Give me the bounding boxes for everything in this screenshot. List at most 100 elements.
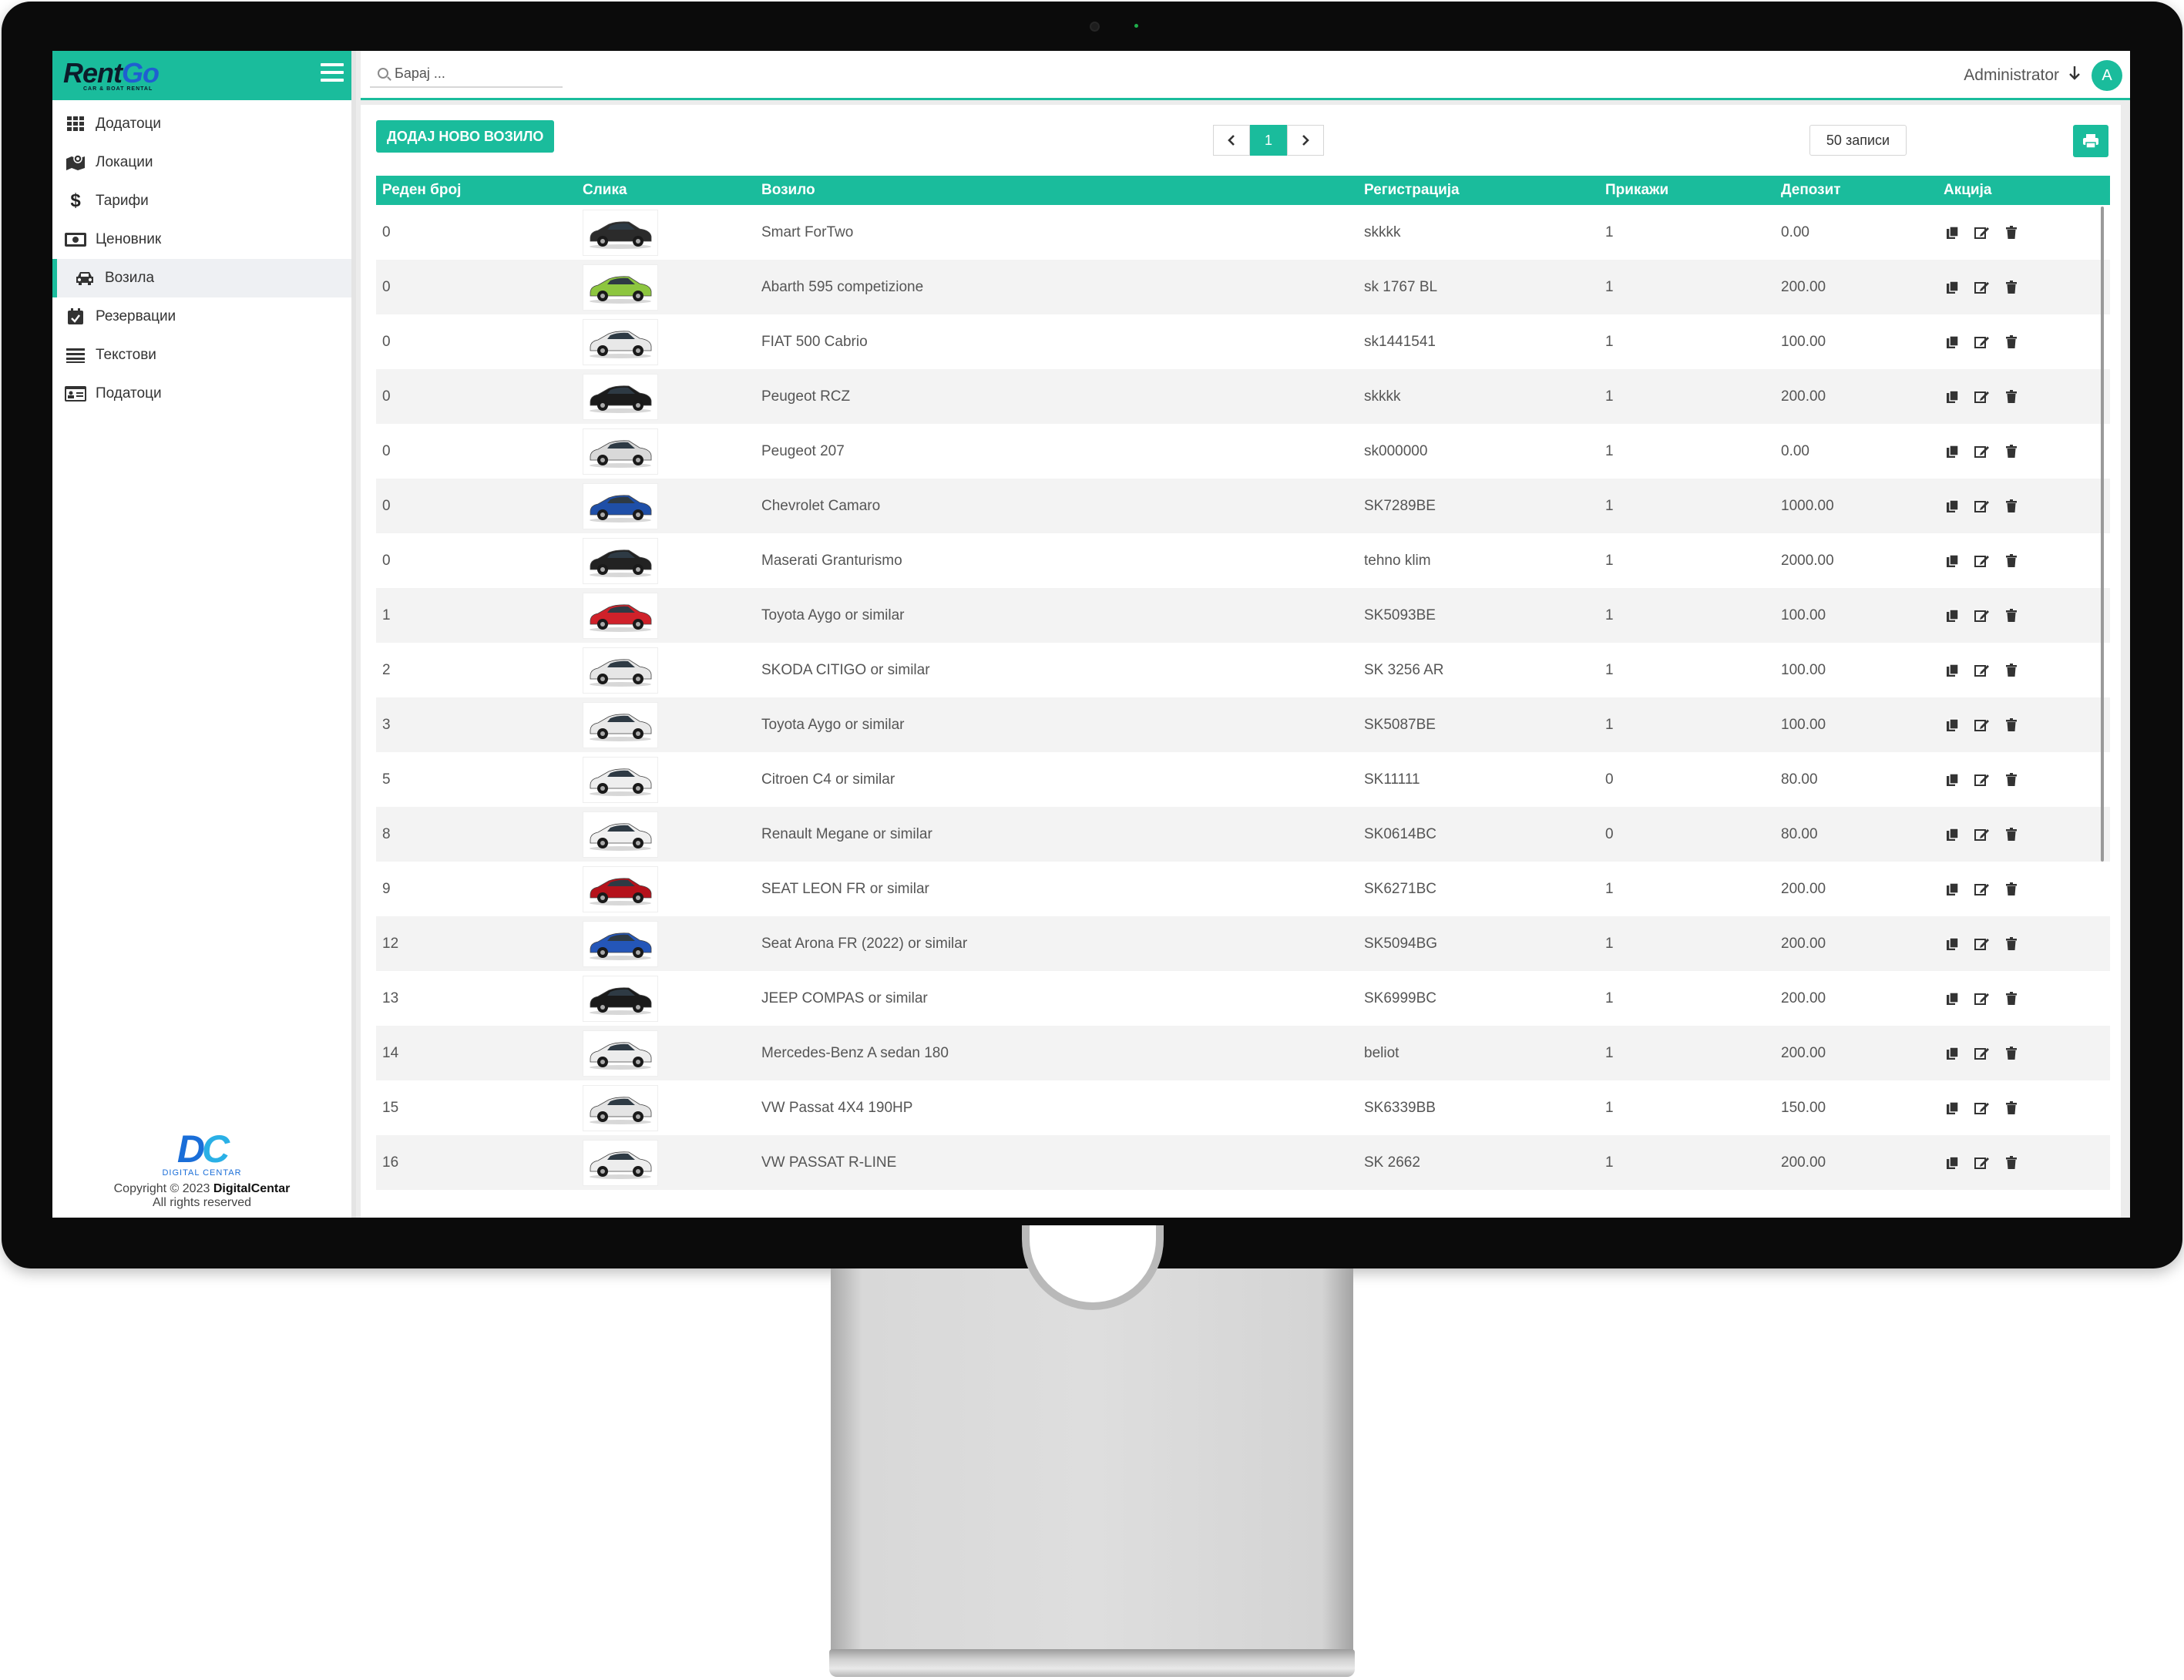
table-row[interactable]: 0 FIAT 500 Cabrio sk1441541 1 100.00 — [376, 314, 2110, 369]
car-image[interactable] — [583, 920, 658, 967]
print-button[interactable] — [2073, 125, 2108, 157]
table-row[interactable]: 3 Toyota Aygo or similar SK5087BE 1 100.00 — [376, 697, 2110, 752]
sidebar-item-2[interactable]: $ Тарифи — [52, 182, 351, 220]
car-image[interactable] — [583, 756, 658, 803]
column-header[interactable]: Возило — [755, 176, 1358, 205]
copy-icon[interactable] — [1944, 825, 1962, 844]
trash-icon[interactable] — [2002, 497, 2021, 516]
edit-icon[interactable] — [1973, 1044, 1991, 1063]
copy-icon[interactable] — [1944, 771, 1962, 789]
copy-icon[interactable] — [1944, 223, 1962, 242]
edit-icon[interactable] — [1973, 825, 1991, 844]
car-image[interactable] — [583, 865, 658, 912]
trash-icon[interactable] — [2002, 552, 2021, 570]
trash-icon[interactable] — [2002, 880, 2021, 899]
trash-icon[interactable] — [2002, 990, 2021, 1008]
sidebar-item-4[interactable]: Возила — [52, 259, 351, 297]
table-row[interactable]: 5 Citroen C4 or similar SK11111 0 80.00 — [376, 752, 2110, 807]
copy-icon[interactable] — [1944, 880, 1962, 899]
user-menu[interactable]: Administrator A — [1964, 60, 2122, 91]
edit-icon[interactable] — [1973, 1099, 1991, 1117]
next-page-button[interactable] — [1287, 125, 1324, 156]
table-row[interactable]: 16 VW PASSAT R-LINE SK 2662 1 200.00 — [376, 1135, 2110, 1190]
column-header[interactable]: Реден број — [376, 176, 576, 205]
trash-icon[interactable] — [2002, 935, 2021, 953]
trash-icon[interactable] — [2002, 442, 2021, 461]
edit-icon[interactable] — [1973, 333, 1991, 351]
car-image[interactable] — [583, 373, 658, 420]
car-image[interactable] — [583, 264, 658, 311]
edit-icon[interactable] — [1973, 661, 1991, 680]
avatar[interactable]: A — [2092, 60, 2122, 91]
trash-icon[interactable] — [2002, 333, 2021, 351]
car-image[interactable] — [583, 428, 658, 475]
table-row[interactable]: 0 Smart ForTwo skkkk 1 0.00 — [376, 205, 2110, 260]
edit-icon[interactable] — [1973, 552, 1991, 570]
table-scrollbar[interactable] — [2101, 207, 2104, 862]
trash-icon[interactable] — [2002, 1044, 2021, 1063]
trash-icon[interactable] — [2002, 661, 2021, 680]
car-image[interactable] — [583, 482, 658, 529]
records-per-page-select[interactable]: 50 записи — [1809, 125, 1907, 156]
edit-icon[interactable] — [1973, 223, 1991, 242]
sidebar-item-5[interactable]: Резервации — [52, 297, 351, 336]
edit-icon[interactable] — [1973, 880, 1991, 899]
edit-icon[interactable] — [1973, 388, 1991, 406]
trash-icon[interactable] — [2002, 771, 2021, 789]
table-row[interactable]: 12 Seat Arona FR (2022) or similar SK5094B… — [376, 916, 2110, 971]
car-image[interactable] — [583, 318, 658, 365]
table-row[interactable]: 0 Maserati Granturismo tehno klim 1 2000.00 — [376, 533, 2110, 588]
table-row[interactable]: 1 Toyota Aygo or similar SK5093BE 1 100.00 — [376, 588, 2110, 643]
edit-icon[interactable] — [1973, 990, 1991, 1008]
table-row[interactable]: 2 SKODA CITIGO or similar SK 3256 AR 1 100.0… — [376, 643, 2110, 697]
trash-icon[interactable] — [2002, 1099, 2021, 1117]
car-image[interactable] — [583, 1139, 658, 1186]
copy-icon[interactable] — [1944, 1099, 1962, 1117]
copy-icon[interactable] — [1944, 442, 1962, 461]
copy-icon[interactable] — [1944, 1044, 1962, 1063]
hamburger-menu-icon[interactable] — [321, 63, 344, 83]
edit-icon[interactable] — [1973, 278, 1991, 297]
table-row[interactable]: 15 VW Passat 4X4 190HP SK6339BB 1 150.00 — [376, 1080, 2110, 1135]
table-row[interactable]: 14 Mercedes-Benz A sedan 180 beliot 1 200.00 — [376, 1026, 2110, 1080]
car-image[interactable] — [583, 975, 658, 1022]
arrow-down-icon[interactable] — [2068, 66, 2081, 86]
table-row[interactable]: 8 Renault Megane or similar SK0614BC 0 80.00 — [376, 807, 2110, 862]
car-image[interactable] — [583, 209, 658, 256]
table-row[interactable]: 9 SEAT LEON FR or similar SK6271BC 1 200.00 — [376, 862, 2110, 916]
copy-icon[interactable] — [1944, 990, 1962, 1008]
page-button-current[interactable]: 1 — [1250, 125, 1287, 156]
edit-icon[interactable] — [1973, 442, 1991, 461]
edit-icon[interactable] — [1973, 497, 1991, 516]
trash-icon[interactable] — [2002, 223, 2021, 242]
edit-icon[interactable] — [1973, 1154, 1991, 1172]
trash-icon[interactable] — [2002, 388, 2021, 406]
copy-icon[interactable] — [1944, 716, 1962, 734]
copy-icon[interactable] — [1944, 935, 1962, 953]
copy-icon[interactable] — [1944, 1154, 1962, 1172]
copy-icon[interactable] — [1944, 497, 1962, 516]
copy-icon[interactable] — [1944, 388, 1962, 406]
trash-icon[interactable] — [2002, 825, 2021, 844]
edit-icon[interactable] — [1973, 716, 1991, 734]
edit-icon[interactable] — [1973, 935, 1991, 953]
copy-icon[interactable] — [1944, 333, 1962, 351]
table-row[interactable]: 0 Abarth 595 competizione sk 1767 BL 1 200.0… — [376, 260, 2110, 314]
car-image[interactable] — [583, 537, 658, 584]
column-header[interactable]: Слика — [576, 176, 755, 205]
prev-page-button[interactable] — [1213, 125, 1250, 156]
copy-icon[interactable] — [1944, 661, 1962, 680]
sidebar-item-0[interactable]: Додатоци — [52, 105, 351, 143]
copy-icon[interactable] — [1944, 606, 1962, 625]
column-header[interactable]: Акција — [1937, 176, 2110, 205]
column-header[interactable]: Регистрација — [1358, 176, 1599, 205]
car-image[interactable] — [583, 1084, 658, 1131]
edit-icon[interactable] — [1973, 606, 1991, 625]
column-header[interactable]: Прикажи — [1599, 176, 1775, 205]
trash-icon[interactable] — [2002, 278, 2021, 297]
car-image[interactable] — [583, 592, 658, 639]
car-image[interactable] — [583, 647, 658, 694]
table-row[interactable]: 0 Chevrolet Camaro SK7289BE 1 1000.00 — [376, 479, 2110, 533]
table-row[interactable]: 13 JEEP COMPAS or similar SK6999BC 1 200.00 — [376, 971, 2110, 1026]
rentgo-logo[interactable]: RentGo — [63, 57, 160, 89]
